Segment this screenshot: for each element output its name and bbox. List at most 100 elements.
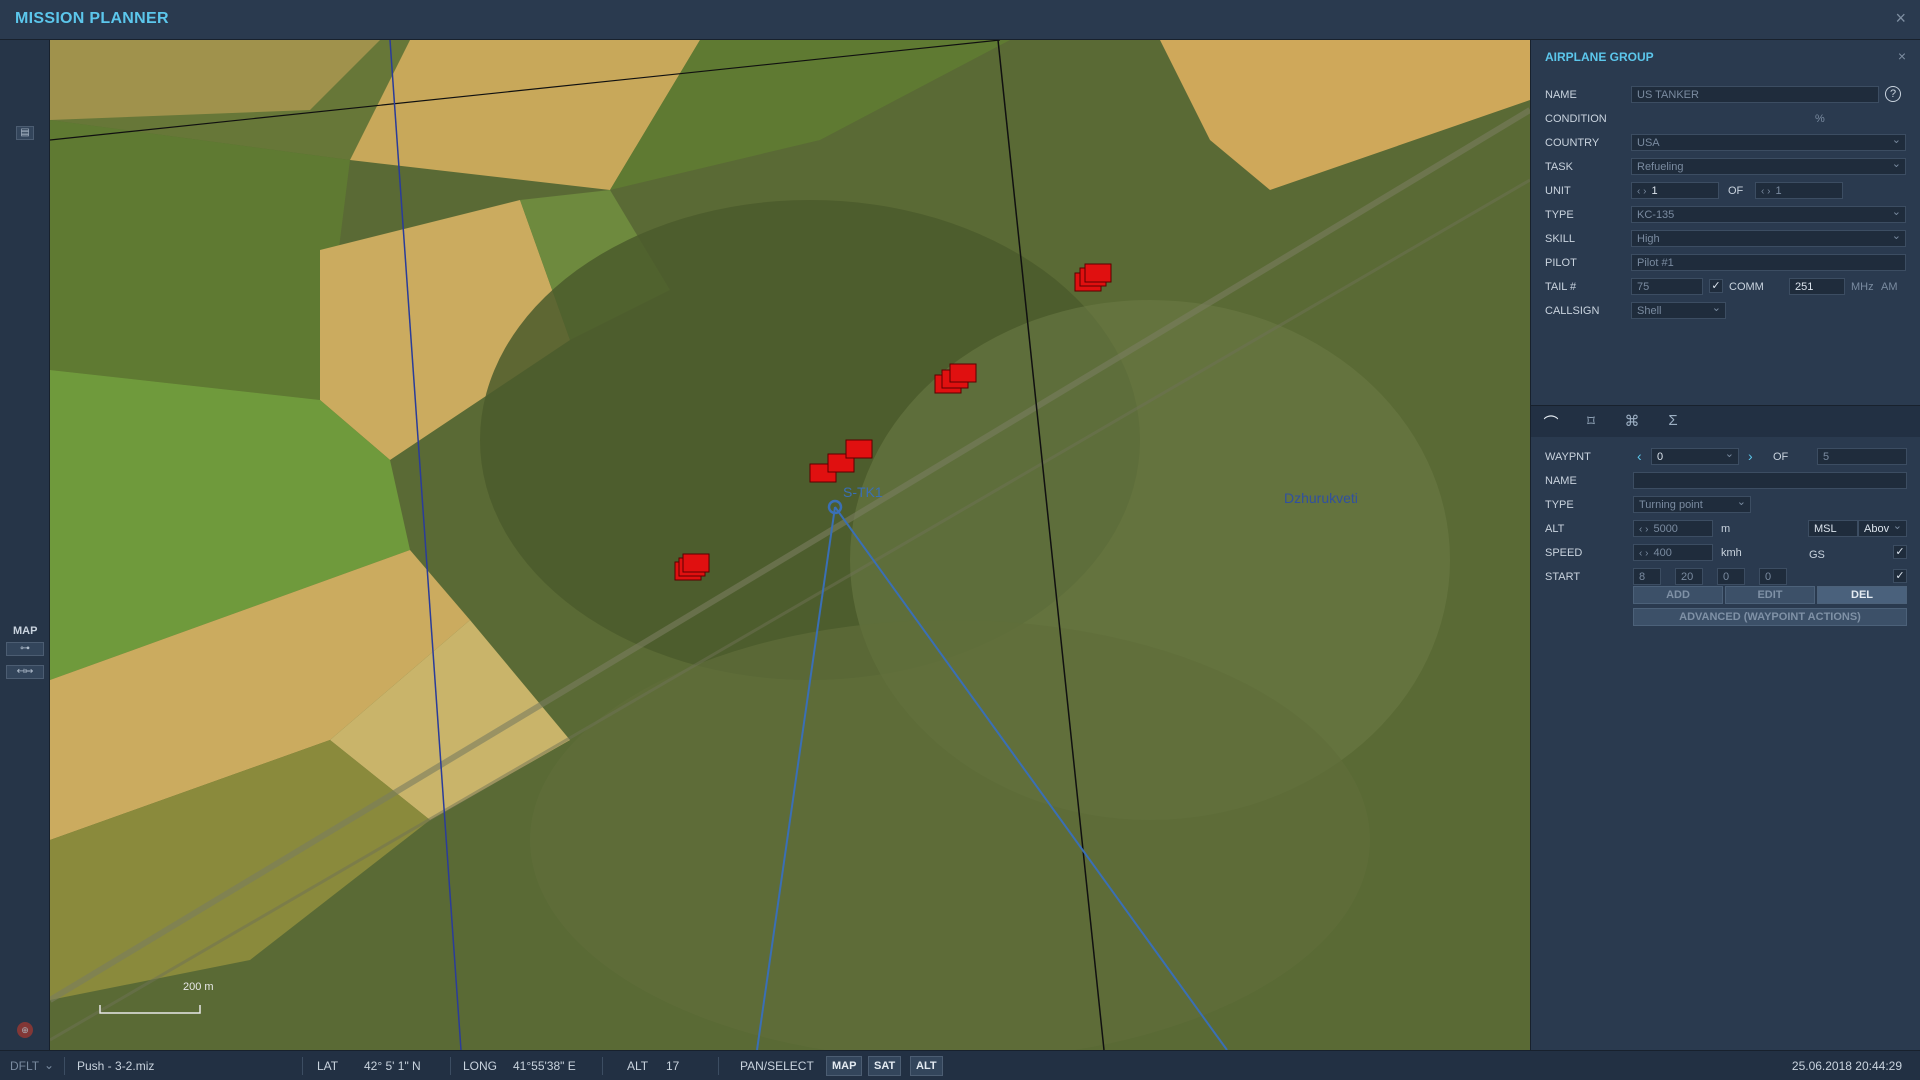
record-icon[interactable]: ⊕ [17,1022,33,1038]
speed-value: 400 [1653,547,1672,559]
datetime: 25.06.2018 20:44:29 [1791,1059,1902,1073]
task-label: TASK [1545,161,1573,173]
waypnt-label: WAYPNT [1545,451,1591,463]
map-view[interactable]: S-TK1 Dzhurukveti 200 m [50,40,1530,1050]
start-day-field[interactable]: 8 [1633,568,1661,585]
app-title: MISSION PLANNER [15,10,169,27]
pilot-field[interactable]: Pilot #1 [1631,254,1906,271]
stepper-arrows-icon[interactable]: ‹ › [1761,186,1770,197]
long-label: LONG [463,1059,498,1073]
skill-label: SKILL [1545,233,1575,245]
condition-label: CONDITION [1545,113,1607,125]
stepper-arrows-icon[interactable]: ‹ › [1637,186,1646,197]
alt-status-label: ALT [627,1059,649,1073]
start-label: START [1545,571,1581,583]
wp-type-select[interactable]: Turning point [1633,496,1751,513]
callsign-label: CALLSIGN [1545,305,1600,317]
waypoint-of-label: OF [1773,451,1789,463]
next-waypoint-icon[interactable]: › [1748,448,1753,464]
pilot-label: PILOT [1545,257,1577,269]
start-hour-field[interactable]: 20 [1675,568,1703,585]
stepper-arrows-icon[interactable]: ‹ › [1639,524,1648,535]
tail-number-field[interactable]: 75 [1631,278,1703,295]
aircraft-type-select[interactable]: KC-135 [1631,206,1906,223]
alt-ref-select[interactable]: MSL [1808,520,1858,537]
comm-modulation[interactable]: AM [1881,281,1898,293]
help-icon[interactable]: ? [1885,86,1901,102]
task-select[interactable]: Refueling [1631,158,1906,175]
waypoint-select[interactable]: 0 [1651,448,1739,465]
alt-mode-select[interactable]: Abov [1858,520,1907,537]
start-second-field[interactable]: 0 [1759,568,1787,585]
map-canvas[interactable]: S-TK1 Dzhurukveti 200 m [50,40,1530,1050]
edit-waypoint-button[interactable]: EDIT [1725,586,1815,604]
speed-stepper[interactable]: ‹ › 400 [1633,544,1713,561]
close-icon[interactable]: × [1895,8,1906,29]
close-panel-icon[interactable]: × [1898,48,1906,64]
delete-waypoint-button[interactable]: DEL [1817,586,1907,604]
comm-label: COMM [1729,281,1764,293]
alt-label: ALT [1545,523,1565,535]
skill-select[interactable]: High [1631,230,1906,247]
alt-stepper[interactable]: ‹ › 5000 [1633,520,1713,537]
route-tab-icon[interactable]: ⌒ [1541,412,1561,432]
sat-mode-button[interactable]: SAT [868,1056,902,1076]
speed-lock-checkbox[interactable]: ✓ [1893,545,1907,559]
speed-unit: kmh [1721,547,1742,559]
comm-checkbox[interactable]: ✓ [1709,279,1723,293]
village-label: Dzhurukveti [1284,490,1358,506]
start-lock-checkbox[interactable]: ✓ [1893,569,1907,583]
unit-stepper[interactable]: ‹ › 1 [1631,182,1719,199]
speed-label: SPEED [1545,547,1583,559]
status-bar: DFLT ⌄ Push - 3-2.miz LAT 42° 5' 1" N LO… [0,1050,1920,1080]
divider [64,1057,65,1075]
wp-name-label: NAME [1545,475,1577,487]
start-minute-field[interactable]: 0 [1717,568,1745,585]
triggers-tab-icon[interactable]: ⌑ [1581,412,1601,432]
prev-waypoint-icon[interactable]: ‹ [1637,448,1642,464]
wp-type-label: TYPE [1545,499,1574,511]
title-bar: MISSION PLANNER × [0,0,1920,40]
divider [718,1057,719,1075]
left-toolbar: ▤ MAP ⊶ ↤↦ ⊕ [0,40,50,1050]
tail-label: TAIL # [1545,281,1577,293]
unit-total-value: 1 [1775,185,1782,197]
panel-tabs: ⌒ ⌑ ⌘ Σ [1531,405,1920,437]
stepper-arrows-icon[interactable]: ‹ › [1639,548,1648,559]
airplane-group-panel: AIRPLANE GROUP × NAME US TANKER ? CONDIT… [1530,40,1920,1050]
alt-value: 5000 [1653,523,1678,535]
name-label: NAME [1545,89,1577,101]
comm-unit: MHz [1851,281,1874,293]
waypoint-total-field: 5 [1817,448,1907,465]
lat-value: 42° 5' 1" N [364,1059,421,1073]
unit-value: 1 [1651,185,1658,197]
waypoint-label: S-TK1 [843,484,883,500]
unit-total-stepper[interactable]: ‹ › 1 [1755,182,1843,199]
callsign-select[interactable]: Shell [1631,302,1726,319]
mode-label: PAN/SELECT [740,1059,814,1073]
scale-label: 200 m [183,981,214,993]
comm-frequency-field[interactable]: 251 [1789,278,1845,295]
long-value: 41°55'38" E [513,1059,576,1073]
chevron-down-icon[interactable]: ⌄ [44,1058,54,1072]
name-field[interactable]: US TANKER [1631,86,1879,103]
country-select[interactable]: USA [1631,134,1906,151]
profile-select[interactable]: DFLT [10,1059,39,1073]
map-key-icon[interactable]: ⊶ [6,642,44,656]
summary-tab-icon[interactable]: Σ [1663,412,1683,432]
wp-name-field[interactable] [1633,472,1907,489]
ruler-icon[interactable]: ↤↦ [6,665,44,679]
add-waypoint-button[interactable]: ADD [1633,586,1723,604]
alt-mode-button[interactable]: ALT [910,1056,943,1076]
condition-unit: % [1815,113,1825,125]
panel-title: AIRPLANE GROUP [1545,50,1654,64]
divider [302,1057,303,1075]
clipboard-icon[interactable]: ▤ [16,126,34,140]
speed-gs-label: GS [1809,549,1825,561]
alt-status-value: 17 [666,1059,680,1073]
map-mode-button[interactable]: MAP [826,1056,863,1076]
type-label: TYPE [1545,209,1574,221]
divider [602,1057,603,1075]
advanced-actions-button[interactable]: ADVANCED (WAYPOINT ACTIONS) [1633,608,1907,626]
payload-tab-icon[interactable]: ⌘ [1622,412,1642,432]
